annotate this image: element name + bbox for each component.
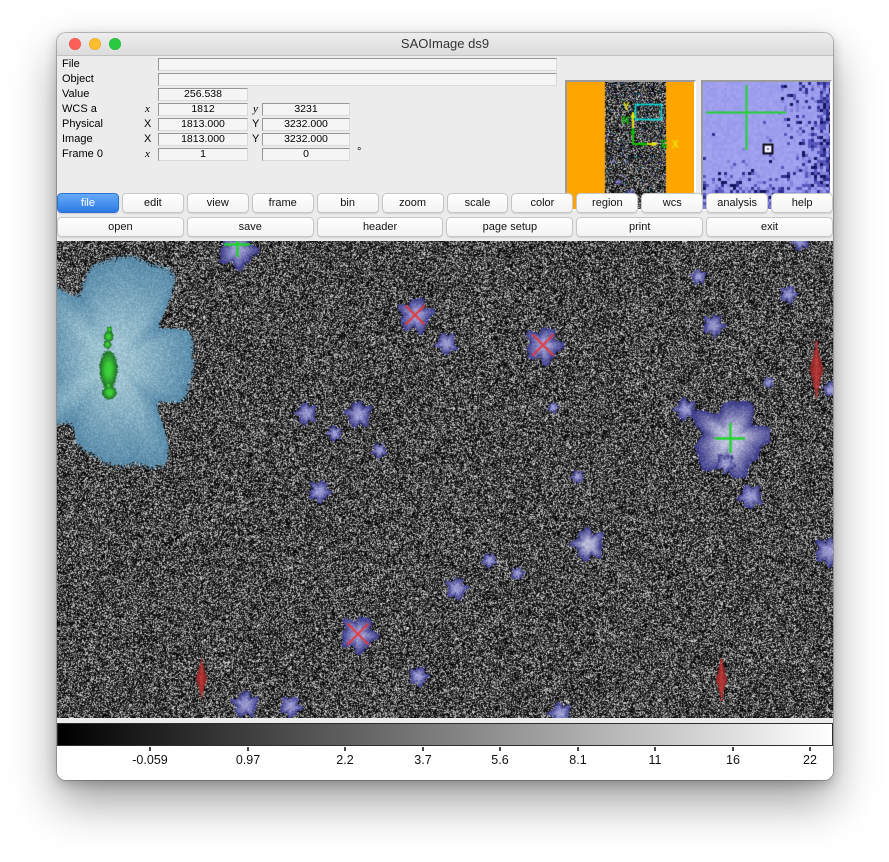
info-row-wcs: WCS a x 1812 y 3231 [57,103,617,116]
image-x-label: X [144,133,151,146]
colorbar-tick [149,747,151,751]
window-content: File Object Value 256.538 WCS a x 1812 y… [57,56,833,780]
wcs-y-label: y [253,103,258,116]
main-image-canvas[interactable] [57,241,833,718]
menu-tab-color[interactable]: color [511,193,573,213]
colorbar-tick-label: 3.7 [414,753,431,767]
info-row-physical: Physical X 1813.000 Y 3232.000 [57,118,617,131]
file-label: File [62,58,80,71]
image-x-field[interactable]: 1813.000 [158,133,248,146]
menu-tab-wcs[interactable]: wcs [641,193,703,213]
command-button-print[interactable]: print [576,217,703,237]
colorbar-tick-label: 22 [803,753,817,767]
colorbar-tick-label: 8.1 [569,753,586,767]
object-field[interactable] [158,73,557,86]
colorbar-tick [422,747,424,751]
menu-tab-zoom[interactable]: zoom [382,193,444,213]
colorbar-tick [577,747,579,751]
image-y-field[interactable]: 3232.000 [262,133,350,146]
menu-tab-region[interactable]: region [576,193,638,213]
frame-label: Frame 0 [62,148,103,161]
colorbar-tick [247,747,249,751]
info-row-image: Image X 1813.000 Y 3232.000 [57,133,617,146]
file-field[interactable] [158,58,557,71]
close-button[interactable] [69,38,81,50]
frame-zoom-field[interactable]: 1 [158,148,248,161]
colorbar-tick [809,747,811,751]
minimize-button[interactable] [89,38,101,50]
physical-y-field[interactable]: 3232.000 [262,118,350,131]
menu-tab-bin[interactable]: bin [317,193,379,213]
menu-tab-analysis[interactable]: analysis [706,193,768,213]
colorbar-tick-label: 0.97 [236,753,260,767]
info-row-value: Value 256.538 [57,88,617,101]
colorbar-tick [499,747,501,751]
colorbar-scale: -0.059 0.97 2.2 3.7 5.6 8.1 11 16 22 [57,746,833,780]
object-label: Object [62,73,94,86]
wcs-label: WCS a [62,103,97,116]
command-button-open[interactable]: open [57,217,184,237]
command-button-header[interactable]: header [317,217,444,237]
window-title: SAOImage ds9 [57,33,833,55]
menu-tab-file[interactable]: file [57,193,119,213]
colorbar-gradient[interactable] [57,723,833,746]
degree-symbol: ° [357,146,361,158]
magnifier-canvas[interactable] [703,82,830,209]
colorbar-tick-label: 2.2 [336,753,353,767]
physical-x-field[interactable]: 1813.000 [158,118,248,131]
titlebar: SAOImage ds9 [57,33,833,56]
info-row-frame: Frame 0 x 1 0 ° [57,148,617,161]
frame-x-label: x [145,148,150,161]
colorbar-tick [654,747,656,751]
magnifier [701,80,832,211]
menu-tab-help[interactable]: help [771,193,833,213]
command-bar: opensaveheaderpage setupprintexit [57,217,833,238]
info-row-file: File [57,58,617,71]
colorbar-tick-label: 11 [649,753,662,767]
colorbar-tick-label: 5.6 [491,753,508,767]
physical-x-label: X [144,118,151,131]
physical-label: Physical [62,118,103,131]
value-label: Value [62,88,89,101]
value-field[interactable]: 256.538 [158,88,248,101]
image-label: Image [62,133,93,146]
colorbar-tick-label: -0.059 [132,753,167,767]
frame-rotate-field[interactable]: 0 [262,148,350,161]
command-button-exit[interactable]: exit [706,217,833,237]
colorbar-tick [344,747,346,751]
colorbar-tick-label: 16 [726,753,740,767]
command-button-save[interactable]: save [187,217,314,237]
image-y-label: Y [252,133,259,146]
menu-tab-frame[interactable]: frame [252,193,314,213]
panner-canvas[interactable] [567,82,694,209]
info-row-object: Object [57,73,617,86]
menu-tab-edit[interactable]: edit [122,193,184,213]
menu-tab-scale[interactable]: scale [447,193,509,213]
ds9-window: SAOImage ds9 File Object Value 256.538 W… [57,33,833,780]
command-button-page-setup[interactable]: page setup [446,217,573,237]
panner [565,80,696,211]
window-controls [69,38,121,50]
zoom-button[interactable] [109,38,121,50]
physical-y-label: Y [252,118,259,131]
menu-tab-view[interactable]: view [187,193,249,213]
wcs-y-field[interactable]: 3231 [262,103,350,116]
menu-bar: fileeditviewframebinzoomscalecolorregion… [57,193,833,214]
wcs-x-field[interactable]: 1812 [158,103,248,116]
wcs-x-label: x [145,103,150,116]
colorbar-tick [732,747,734,751]
